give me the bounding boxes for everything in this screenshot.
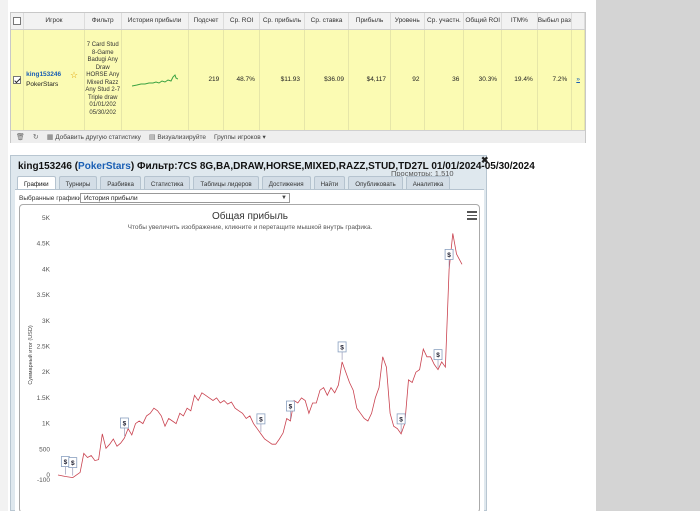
player-groups-dropdown[interactable]: Группы игроков ▾ (214, 133, 266, 141)
sparkline-line (131, 73, 178, 87)
avg-entrants-cell: 36 (424, 29, 465, 130)
expand-cell[interactable]: » (571, 29, 585, 130)
flag-dollar-icon: $ (71, 460, 75, 467)
y-tick-label: 5K (42, 215, 51, 222)
row-checkbox[interactable] (13, 75, 22, 84)
col-extra (571, 13, 585, 30)
y-tick-label: 4K (42, 266, 51, 273)
y-tick-label: -100 (37, 477, 50, 484)
tab-content: Выбранные графики: История прибыли ▼ Общ… (15, 189, 484, 511)
hamburger-menu-icon[interactable] (467, 211, 477, 222)
col-avg-entrants[interactable]: Ср. участн. (424, 13, 465, 30)
flag-dollar-icon: $ (123, 420, 127, 427)
panel-player-name: king153246 (18, 161, 72, 172)
visualize-label: Визуализируйте (157, 134, 206, 141)
flag-dollar-icon: $ (289, 404, 293, 411)
flag-dollar-icon: $ (447, 252, 451, 259)
avg-roi-cell: 48.7% (223, 29, 260, 130)
row-checkbox-cell[interactable] (11, 29, 25, 130)
flag-dollar-icon: $ (64, 459, 68, 466)
selected-graphs-label: Выбранные графики: (19, 195, 84, 202)
col-total-roi[interactable]: Общий ROI (463, 13, 503, 30)
table-row: king153246 PokerStars ☆ 7 Card Stud 8-Ga… (11, 29, 585, 130)
profit-series-line (57, 233, 463, 479)
profit-cell: $4,117 (348, 29, 391, 130)
y-tick-label: 1K (42, 421, 51, 428)
left-strip (0, 0, 8, 511)
col-avg-stake[interactable]: Ср. ставка (304, 13, 350, 30)
y-tick-label: 3.5K (37, 292, 51, 299)
star-icon[interactable]: ☆ (70, 69, 78, 83)
itm-cell: 19.4% (501, 29, 538, 130)
col-count[interactable]: Подсчет (188, 13, 225, 30)
col-player[interactable]: Игрок (23, 13, 85, 30)
level-cell: 92 (390, 29, 425, 130)
total-roi-cell: 30.3% (463, 29, 503, 130)
col-profit[interactable]: Прибыль (348, 13, 391, 30)
chart-title: Общая прибыль (212, 210, 288, 222)
profit-chart[interactable]: Общая прибыльЧтобы увеличить изображение… (20, 205, 481, 511)
close-icon[interactable]: ✖ (481, 155, 489, 166)
y-axis-label: Суммарный итог (USD) (27, 325, 34, 384)
panel-filter: Фильтр:7CS 8G,BA,DRAW,HORSE,MIXED,RAZZ,S… (136, 161, 535, 172)
flag-dollar-icon: $ (399, 416, 403, 423)
avg-stake-cell: $36.09 (304, 29, 350, 130)
count-cell: 219 (188, 29, 225, 130)
flag-dollar-icon: $ (259, 416, 263, 423)
y-tick-label: 3K (42, 318, 51, 325)
chart-container[interactable]: Общая прибыль Чтобы увеличить изображение… (19, 204, 480, 511)
col-profit-history[interactable]: История прибыли (121, 13, 189, 30)
y-tick-label: 500 (39, 446, 50, 453)
col-itm[interactable]: ITM% (501, 13, 538, 30)
flag-dollar-icon: $ (340, 344, 344, 351)
trash-icon[interactable]: 🗑 (16, 133, 25, 141)
avg-profit-cell: $11.93 (259, 29, 306, 130)
y-tick-label: 4.5K (37, 241, 51, 248)
player-graph-panel: king153246 (PokerStars) Фильтр:7CS 8G,BA… (10, 155, 535, 511)
panel-site-link[interactable]: PokerStars (78, 161, 131, 172)
expand-link[interactable]: » (576, 76, 580, 83)
profit-sparkline (131, 73, 178, 87)
graph-select[interactable]: История прибыли ▼ (80, 193, 290, 203)
eliminated-cell: 7.2% (537, 29, 573, 130)
app-root: Игрок Фильтр История прибыли Подсчет Ср.… (0, 0, 700, 511)
col-avg-roi[interactable]: Ср. ROI (223, 13, 260, 30)
stats-table-panel: Игрок Фильтр История прибыли Подсчет Ср.… (10, 12, 586, 143)
select-all-header[interactable] (11, 13, 25, 30)
filter-cell: 7 Card Stud 8-Game Badugi Any Draw HORSE… (84, 29, 122, 130)
grid-icon: ▦ (46, 134, 54, 141)
filter-text: 7 Card Stud 8-Game Badugi Any Draw HORSE… (85, 42, 121, 116)
col-avg-profit[interactable]: Ср. прибыль (259, 13, 306, 30)
panel-title: king153246 (PokerStars) Фильтр:7CS 8G,BA… (18, 161, 535, 172)
right-sidebar-bg (596, 0, 700, 511)
table-header-row: Игрок Фильтр История прибыли Подсчет Ср.… (11, 13, 585, 30)
player-cell: king153246 PokerStars ☆ (23, 29, 85, 130)
select-all-checkbox[interactable] (13, 16, 22, 25)
chart-subtitle: Чтобы увеличить изображение, кликните и … (128, 223, 373, 231)
y-tick-label: 2K (42, 369, 51, 376)
visualize-button[interactable]: ▤ Визуализируйте (149, 133, 206, 141)
refresh-icon[interactable]: ↻ (33, 133, 39, 141)
stats-table: Игрок Фильтр История прибыли Подсчет Ср.… (11, 13, 585, 130)
add-stat-button[interactable]: ▦ Добавить другую статистику (47, 133, 141, 141)
add-stat-label: Добавить другую статистику (55, 134, 141, 141)
y-tick-label: 2.5K (37, 344, 51, 351)
chevron-down-icon: ▼ (281, 195, 287, 201)
profit-history-cell (121, 29, 189, 130)
chart-icon: ▤ (148, 134, 156, 141)
player-groups-label: Группы игроков (213, 134, 261, 141)
y-tick-label: 1.5K (37, 395, 51, 402)
graph-select-value: История прибыли (84, 195, 138, 202)
flag-dollar-icon: $ (436, 352, 440, 359)
stats-footer-toolbar: 🗑 ↻ ▦ Добавить другую статистику ▤ Визуа… (11, 130, 585, 143)
col-eliminated[interactable]: Выбыл разм (537, 13, 573, 30)
col-filter[interactable]: Фильтр (84, 13, 122, 30)
col-level[interactable]: Уровень (390, 13, 425, 30)
